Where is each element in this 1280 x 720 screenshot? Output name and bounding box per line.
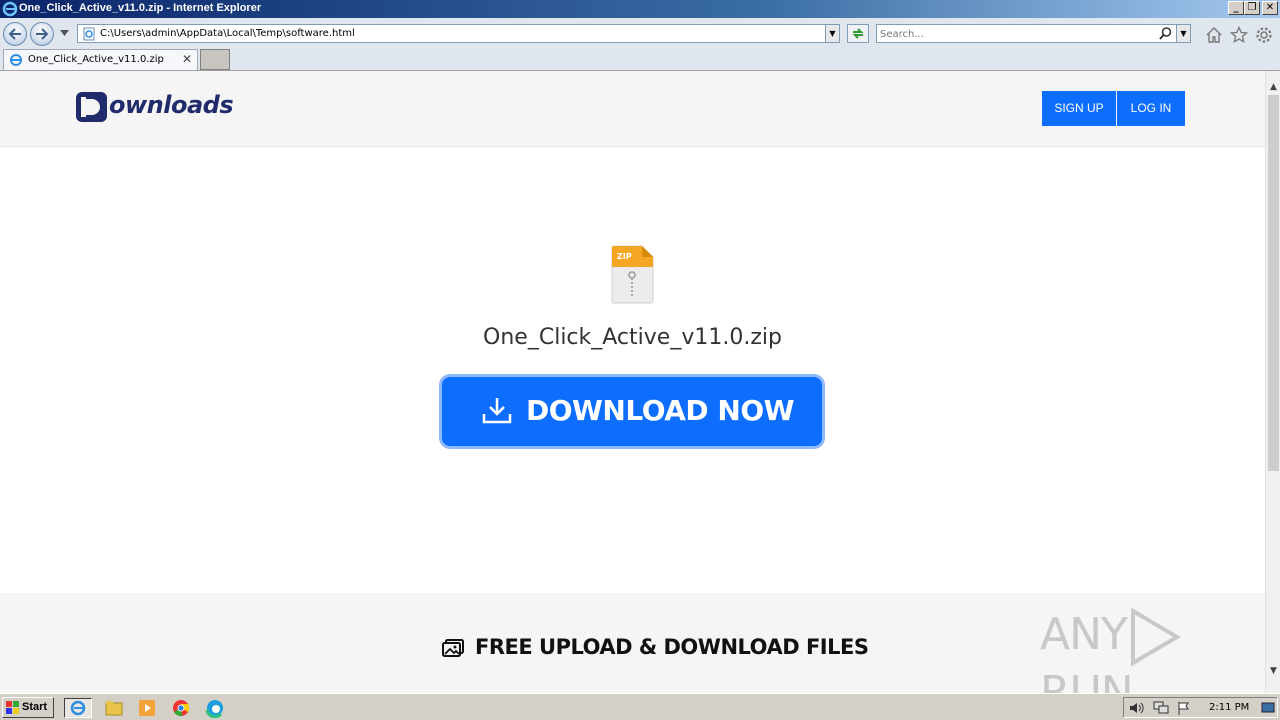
home-icon[interactable] [1205, 26, 1223, 44]
watermark-left: ANY [1040, 609, 1128, 660]
search-icon[interactable] [1159, 27, 1172, 40]
search-input[interactable] [880, 27, 1150, 41]
favorites-star-icon[interactable] [1230, 26, 1248, 44]
back-button[interactable] [3, 22, 27, 46]
volume-icon[interactable] [1129, 701, 1145, 715]
tab-current[interactable]: One_Click_Active_v11.0.zip ✕ [3, 49, 198, 70]
logo-d-icon [76, 92, 107, 122]
tab-favicon-icon [10, 54, 22, 66]
tab-close-icon[interactable]: ✕ [182, 52, 192, 66]
download-label: DOWNLOAD NOW [526, 394, 795, 427]
start-label: Start [22, 701, 48, 713]
play-icon [1130, 607, 1181, 667]
chrome-icon[interactable] [171, 698, 191, 718]
restore-button[interactable]: ❐ [1244, 1, 1260, 15]
site-header: ownloads SIGN UP LOG IN [0, 71, 1265, 147]
images-icon [442, 639, 464, 657]
zip-file-icon: ZIP [611, 245, 654, 304]
tab-strip: One_Click_Active_v11.0.zip ✕ [0, 48, 1280, 71]
minimize-button[interactable]: _ [1228, 1, 1244, 15]
scroll-thumb[interactable] [1268, 95, 1279, 471]
zip-badge: ZIP [617, 252, 632, 261]
address-url: C:\Users\admin\AppData\Local\Temp\softwa… [100, 28, 355, 39]
taskbar-ie-icon[interactable] [64, 698, 92, 718]
sign-up-button[interactable]: SIGN UP [1042, 91, 1116, 126]
download-panel: ZIP One_Click_Active_v11.0.zip DOWNLOAD … [0, 147, 1265, 593]
search-dropdown-icon[interactable]: ▼ [1176, 25, 1190, 42]
refresh-button[interactable] [847, 24, 869, 43]
forward-arrow-icon [36, 28, 49, 40]
clock[interactable]: 2:11 PM [1209, 702, 1249, 713]
edge-icon[interactable] [205, 698, 225, 718]
internet-explorer-icon [2, 1, 18, 17]
file-explorer-icon[interactable] [104, 698, 124, 718]
features-heading: FREE UPLOAD & DOWNLOAD FILES [475, 635, 869, 659]
vertical-scrollbar[interactable]: ▲ ▼ [1265, 71, 1280, 693]
file-name: One_Click_Active_v11.0.zip [483, 325, 782, 350]
window-title: One_Click_Active_v11.0.zip - Internet Ex… [19, 2, 262, 14]
scroll-up-icon[interactable]: ▲ [1266, 79, 1280, 95]
logo-text: ownloads [109, 91, 234, 119]
address-dropdown-icon[interactable]: ▼ [825, 25, 839, 42]
page-icon [83, 27, 95, 41]
system-tray: 2:11 PM [1123, 697, 1278, 718]
close-window-button[interactable]: ✕ [1262, 1, 1278, 15]
action-center-flag-icon[interactable] [1177, 701, 1191, 715]
taskbar: Start 2:11 PM [0, 693, 1280, 720]
log-in-button[interactable]: LOG IN [1117, 91, 1185, 126]
download-icon [482, 398, 512, 424]
address-bar[interactable]: C:\Users\admin\AppData\Local\Temp\softwa… [77, 24, 840, 43]
media-player-icon[interactable] [137, 698, 157, 718]
tab-label: One_Click_Active_v11.0.zip [28, 54, 164, 65]
refresh-icon [852, 28, 864, 39]
show-desktop-icon[interactable] [1261, 701, 1275, 715]
back-arrow-icon [8, 28, 21, 40]
scroll-down-icon[interactable]: ▼ [1266, 663, 1280, 679]
search-box[interactable]: ▼ [876, 24, 1191, 43]
anyrun-watermark: ANY RUN [1040, 607, 1265, 693]
start-button[interactable]: Start [2, 697, 54, 718]
windows-flag-icon [6, 701, 19, 714]
download-now-button[interactable]: DOWNLOAD NOW [442, 377, 822, 446]
network-icon[interactable] [1153, 701, 1169, 715]
history-dropdown-icon[interactable] [60, 30, 69, 36]
window-title-bar: One_Click_Active_v11.0.zip - Internet Ex… [0, 0, 1280, 18]
new-tab-button[interactable] [200, 49, 230, 70]
page-viewport: ownloads SIGN UP LOG IN ZIP One_Click_Ac… [0, 71, 1265, 693]
forward-button[interactable] [30, 22, 54, 46]
watermark-right: RUN [1040, 667, 1134, 693]
settings-gear-icon[interactable] [1255, 26, 1273, 44]
